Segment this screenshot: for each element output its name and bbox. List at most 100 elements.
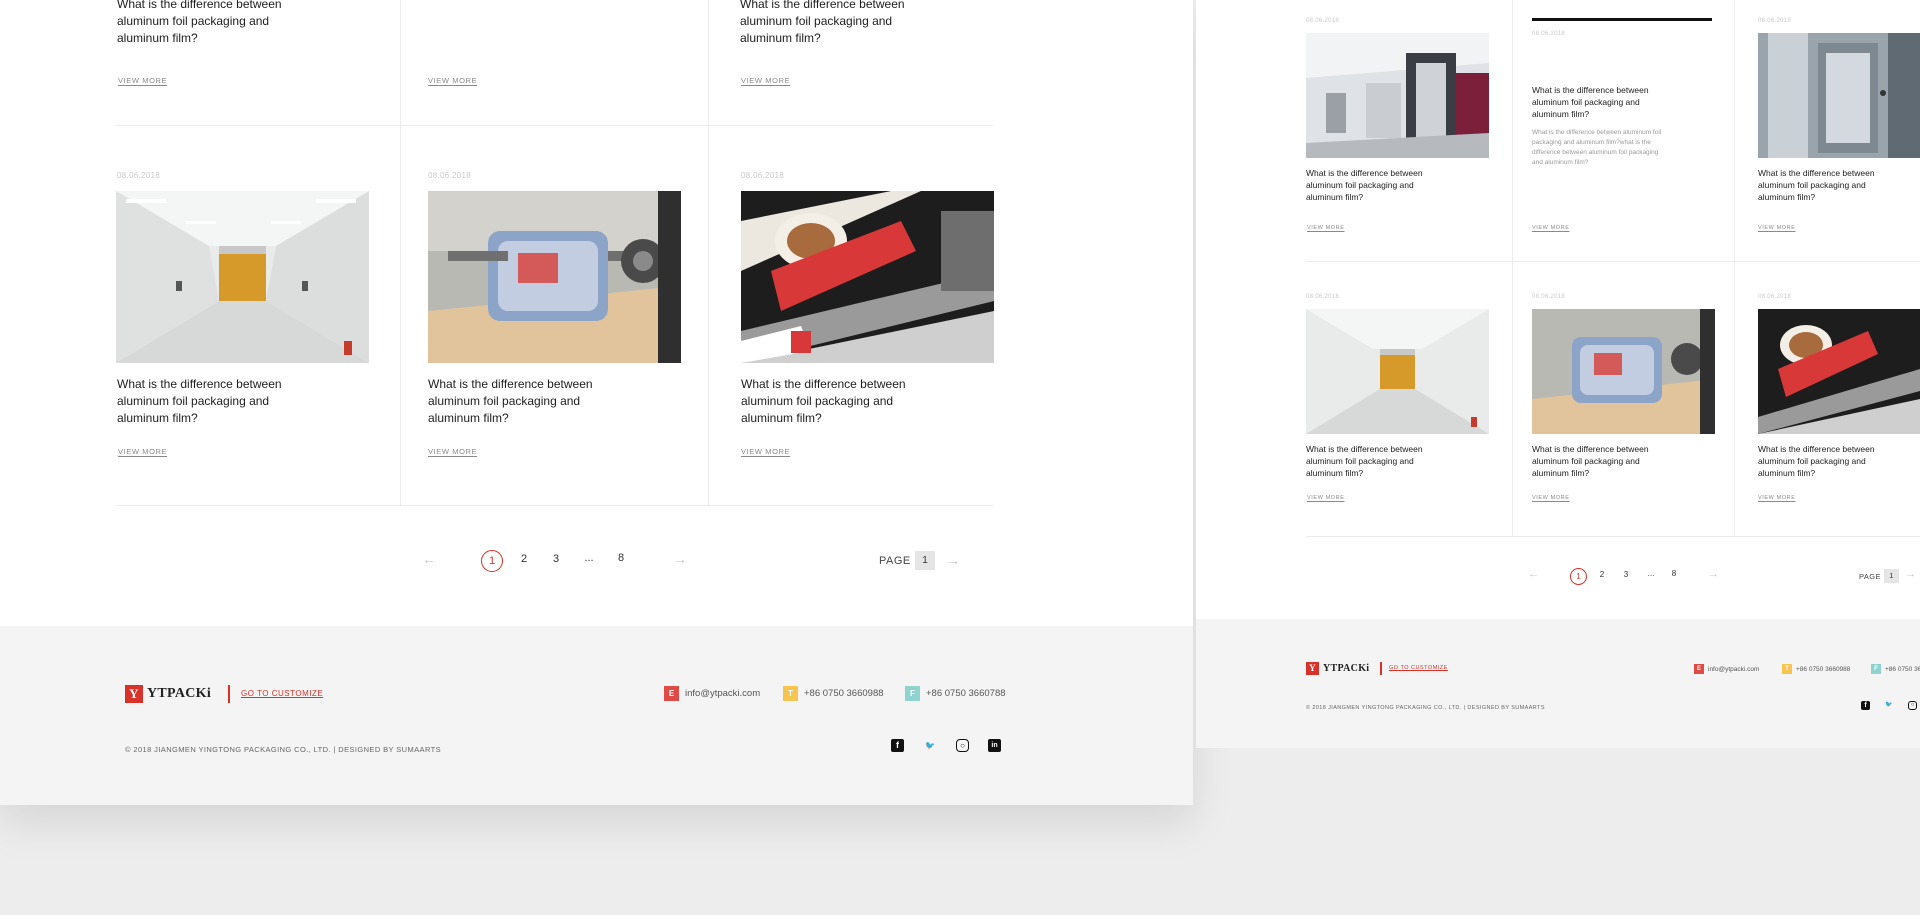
instagram-icon[interactable]: ○	[1908, 701, 1917, 710]
footer: Y YTPACKi GO TO CUSTOMIZE E info@ytpacki…	[0, 626, 1193, 805]
article-excerpt: What is the difference between aluminum …	[1532, 129, 1662, 166]
prev-page-arrow-icon[interactable]: ←	[1528, 568, 1539, 580]
footer: Y YTPACKi GO TO CUSTOMIZE E info@ytpacki…	[1196, 619, 1920, 748]
article-date: 08.06.2018	[1758, 294, 1792, 300]
page-2-button[interactable]: 2	[1597, 570, 1607, 579]
active-card-bar	[1532, 18, 1712, 21]
tel-contact[interactable]: T +86 0750 3660988	[1782, 664, 1850, 674]
article-date: 08.06.2018	[1306, 294, 1340, 300]
row-divider	[1306, 536, 1920, 537]
logo-separator	[228, 685, 230, 703]
article-image-cleanroom[interactable]	[116, 191, 369, 363]
social-links: f 🐦 ○	[1861, 701, 1917, 710]
prev-page-arrow-icon[interactable]: ←	[422, 551, 436, 567]
main-page-mockup: What is the difference between aluminum …	[0, 0, 1193, 805]
article-date: 08.06.2018	[117, 171, 161, 180]
go-to-customize-link[interactable]: GO TO CUSTOMIZE	[1389, 665, 1448, 671]
email-text[interactable]: info@ytpacki.com	[685, 688, 760, 699]
view-more-link[interactable]: VIEW MORE	[1532, 225, 1569, 231]
fax-contact[interactable]: F +86 0750 3660788	[905, 686, 1006, 701]
view-more-link[interactable]: VIEW MORE	[741, 447, 790, 456]
article-image-steel-doors[interactable]	[1758, 33, 1920, 158]
page-1-button[interactable]: 1	[1570, 568, 1587, 585]
logo-text: YTPACKi	[147, 686, 212, 701]
article-title[interactable]: What is the difference between aluminum …	[1306, 443, 1441, 479]
article-title[interactable]: What is the difference between aluminum …	[117, 376, 322, 427]
logo-separator	[1380, 662, 1382, 675]
next-page-arrow-icon[interactable]: →	[673, 551, 687, 567]
page-3-button[interactable]: 3	[549, 553, 563, 565]
facebook-icon[interactable]: f	[891, 739, 904, 752]
view-more-link[interactable]: VIEW MORE	[1758, 225, 1795, 231]
email-contact[interactable]: E info@ytpacki.com	[1694, 664, 1759, 674]
social-links: f 🐦 ○ in	[891, 739, 1001, 752]
article-title[interactable]: What is the difference between aluminum …	[1758, 443, 1893, 479]
article-image-printed-roll[interactable]	[741, 191, 994, 363]
page-number-input[interactable]: 1	[915, 551, 935, 570]
brand-logo[interactable]: Y YTPACKi	[125, 685, 211, 703]
article-title[interactable]: What is the difference between aluminum …	[1532, 84, 1667, 120]
next-page-arrow-icon[interactable]: →	[1708, 568, 1719, 580]
view-more-link[interactable]: VIEW MORE	[118, 76, 167, 85]
article-title[interactable]: What is the difference between aluminum …	[117, 0, 322, 47]
view-more-link[interactable]: VIEW MORE	[741, 76, 790, 85]
page-8-button[interactable]: 8	[1669, 569, 1679, 578]
view-more-link[interactable]: VIEW MORE	[1758, 495, 1795, 501]
linkedin-icon[interactable]: in	[988, 739, 1001, 752]
page-8-button[interactable]: 8	[614, 552, 628, 564]
go-to-customize-link[interactable]: GO TO CUSTOMIZE	[241, 689, 323, 698]
tel-text[interactable]: +86 0750 3660988	[1796, 666, 1850, 673]
twitter-icon[interactable]: 🐦	[923, 739, 937, 752]
article-image-film-roll[interactable]	[1532, 309, 1715, 434]
view-more-link[interactable]: VIEW MORE	[428, 447, 477, 456]
page-1-button[interactable]: 1	[481, 550, 503, 572]
tel-badge-icon: T	[783, 686, 798, 701]
page-label: PAGE	[1859, 572, 1881, 581]
article-title[interactable]: What is the difference between aluminum …	[1306, 167, 1441, 203]
fax-text[interactable]: +86 0750 3660788	[1885, 666, 1920, 673]
row-divider	[1306, 261, 1920, 262]
fax-contact[interactable]: F +86 0750 3660788	[1871, 664, 1920, 674]
article-title[interactable]: What is the difference between aluminum …	[741, 376, 946, 427]
brand-logo[interactable]: Y YTPACKi	[1306, 662, 1369, 675]
article-image-printing-hall[interactable]	[1306, 33, 1489, 158]
article-date: 08.06.2018	[1532, 31, 1566, 37]
article-title[interactable]: What is the difference between aluminum …	[1532, 443, 1667, 479]
tel-contact[interactable]: T +86 0750 3660988	[783, 686, 884, 701]
logo-mark-icon: Y	[1306, 662, 1319, 675]
article-date: 08.06.2018	[741, 171, 785, 180]
page-go-arrow-icon[interactable]: →	[946, 552, 960, 568]
article-date: 08.06.2018	[428, 171, 472, 180]
article-image-cleanroom[interactable]	[1306, 309, 1489, 434]
page-2-button[interactable]: 2	[517, 553, 531, 565]
article-image-printed-roll[interactable]	[1758, 309, 1920, 434]
page-label: PAGE	[879, 555, 911, 567]
page-3-button[interactable]: 3	[1621, 570, 1631, 579]
page-ellipsis: ...	[1647, 569, 1655, 578]
column-divider	[1512, 0, 1513, 536]
copyright-text: © 2018 JIANGMEN YINGTONG PACKAGING CO., …	[125, 745, 442, 754]
view-more-link[interactable]: VIEW MORE	[1307, 225, 1344, 231]
article-title[interactable]: What is the difference between aluminum …	[740, 0, 945, 47]
page-go-arrow-icon[interactable]: →	[1905, 568, 1916, 580]
twitter-icon[interactable]: 🐦	[1884, 701, 1894, 710]
secondary-page-mockup: 08.06.2018 What is the difference betwee…	[1196, 0, 1920, 748]
email-text[interactable]: info@ytpacki.com	[1708, 666, 1759, 673]
tel-badge-icon: T	[1782, 664, 1792, 674]
tel-text[interactable]: +86 0750 3660988	[804, 688, 884, 699]
instagram-icon[interactable]: ○	[956, 739, 969, 752]
article-title[interactable]: What is the difference between aluminum …	[428, 376, 633, 427]
view-more-link[interactable]: VIEW MORE	[428, 76, 477, 85]
column-divider	[708, 0, 709, 505]
email-contact[interactable]: E info@ytpacki.com	[664, 686, 760, 701]
copyright-text: © 2018 JIANGMEN YINGTONG PACKAGING CO., …	[1306, 705, 1545, 711]
facebook-icon[interactable]: f	[1861, 701, 1870, 710]
article-title[interactable]: What is the difference between aluminum …	[1758, 167, 1893, 203]
view-more-link[interactable]: VIEW MORE	[1532, 495, 1569, 501]
view-more-link[interactable]: VIEW MORE	[1307, 495, 1344, 501]
fax-badge-icon: F	[1871, 664, 1881, 674]
fax-text[interactable]: +86 0750 3660788	[926, 688, 1006, 699]
page-number-input[interactable]: 1	[1884, 569, 1899, 583]
article-image-film-roll[interactable]	[428, 191, 681, 363]
view-more-link[interactable]: VIEW MORE	[118, 447, 167, 456]
